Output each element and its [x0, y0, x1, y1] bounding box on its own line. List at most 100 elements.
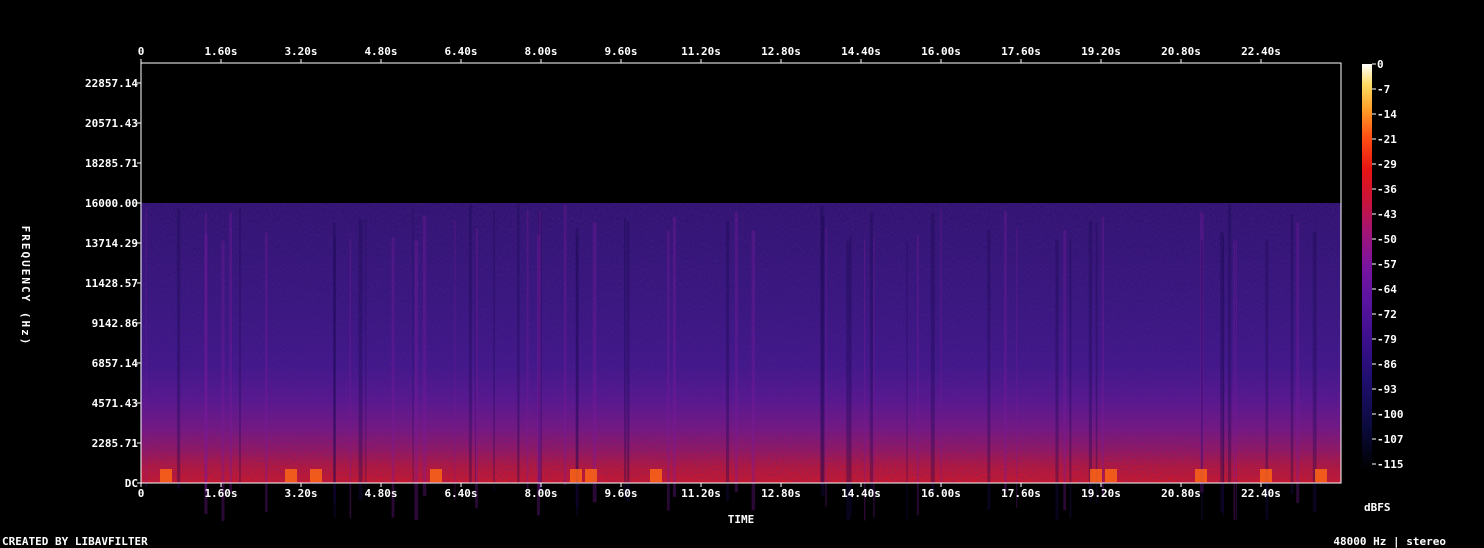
- colorbar-tick-label: -100: [1377, 408, 1404, 421]
- spectrum-burst: [1260, 469, 1272, 482]
- y-axis: DC 2285.71 4571.43 6857.14 9142.86 11428.57 13…: [85, 77, 141, 490]
- x-tick-label-bottom: 20.80s: [1161, 487, 1201, 500]
- spectrum-streak: [873, 237, 875, 518]
- colorbar-tick-label: -107: [1377, 433, 1404, 446]
- spectrum-burst: [1105, 469, 1117, 482]
- spectrum-streak: [1095, 223, 1098, 504]
- x-tick-label-top: 8.00s: [524, 45, 557, 58]
- spectrum-streak: [538, 211, 542, 492]
- spectrum-streak: [412, 205, 414, 486]
- colorbar-tick-label: -57: [1377, 258, 1397, 271]
- y-tick-label: 11428.57: [85, 277, 138, 290]
- y-tick-label: 4571.43: [92, 397, 138, 410]
- colorbar-tick-label: -72: [1377, 308, 1397, 321]
- spectrum-streak: [176, 208, 181, 489]
- x-axis-bottom: 0 1.60s 3.20s 4.80s 6.40s 8.00s 9.60s 11.20s 12.…: [138, 483, 1281, 500]
- y-tick-label: 9142.86: [92, 317, 139, 330]
- x-tick-label-bottom: 16.00s: [921, 487, 961, 500]
- spectrum-burst: [160, 469, 172, 482]
- x-tick-label-bottom: 8.00s: [524, 487, 557, 500]
- spectrum-streak: [229, 212, 232, 493]
- spectrum-streak: [221, 240, 225, 521]
- x-axis-label: TIME: [728, 513, 755, 526]
- spectrum-streak: [592, 222, 597, 503]
- x-tick-label-top: 14.40s: [841, 45, 881, 58]
- spectrum-streak: [414, 240, 419, 521]
- footer-credit: CREATED BY LIBAVFILTER: [2, 535, 148, 548]
- spectrum-streak: [667, 230, 670, 511]
- x-tick-label-bottom: 0: [138, 487, 145, 500]
- x-tick-label-bottom: 9.60s: [604, 487, 637, 500]
- y-tick-label: 13714.29: [85, 237, 138, 250]
- x-tick-label-top: 16.00s: [921, 45, 961, 58]
- spectrum-streak: [1069, 238, 1072, 519]
- spectrum-streak: [869, 212, 874, 493]
- spectrum-streak: [1055, 239, 1059, 520]
- spectrum-streak: [422, 215, 427, 496]
- spectrum-burst: [430, 469, 442, 482]
- colorbar: [1362, 64, 1372, 470]
- spectrum-streak: [906, 240, 908, 521]
- y-axis-label: FREQUENCY (Hz): [19, 226, 32, 347]
- spectrum-streak: [1101, 216, 1104, 497]
- x-tick-label-top: 11.20s: [681, 45, 721, 58]
- spectrum-streak: [1290, 214, 1294, 495]
- spectrum-streak: [1222, 236, 1225, 517]
- colorbar-tick-label: -14: [1377, 108, 1397, 121]
- spectrum-streak: [204, 212, 207, 493]
- x-tick-label-top: 0: [138, 45, 145, 58]
- colorbar-ticks: 0 -7 -14 -21 -29 -36 -43 -50 -57 -64 -72 -79 -86 -93 -…: [1372, 58, 1404, 471]
- spectrum-streak: [751, 230, 756, 511]
- x-tick-label-top: 20.80s: [1161, 45, 1201, 58]
- spectrum-burst: [585, 469, 597, 482]
- x-tick-label-bottom: 6.40s: [444, 487, 477, 500]
- x-tick-label-bottom: 22.40s: [1241, 487, 1281, 500]
- spectrum-streak: [1063, 230, 1067, 511]
- spectrum-streak: [333, 238, 336, 519]
- footer-samplerate: 48000 Hz | stereo: [1333, 535, 1446, 548]
- x-tick-label-bottom: 14.40s: [841, 487, 881, 500]
- y-tick-label: 18285.71: [85, 157, 138, 170]
- spectrum-streak: [930, 213, 935, 494]
- x-tick-label-bottom: 12.80s: [761, 487, 801, 500]
- spectrum-streak: [1296, 222, 1300, 503]
- x-tick-label-bottom: 4.80s: [364, 487, 397, 500]
- colorbar-tick-label: -115: [1377, 458, 1404, 471]
- y-tick-label: 2285.71: [92, 437, 139, 450]
- spectrum-streak: [1233, 239, 1236, 520]
- spectrum-streak: [846, 240, 851, 521]
- x-tick-label-bottom: 19.20s: [1081, 487, 1121, 500]
- colorbar-tick-label: -79: [1377, 333, 1397, 346]
- x-tick-label-top: 12.80s: [761, 45, 801, 58]
- y-tick-label: DC: [125, 477, 138, 490]
- spectrum-streak: [1235, 240, 1237, 521]
- spectrum-streak: [626, 221, 630, 502]
- spectrum-streak: [850, 235, 852, 516]
- x-tick-label-top: 22.40s: [1241, 45, 1281, 58]
- x-tick-label-top: 6.40s: [444, 45, 477, 58]
- x-tick-label-top: 3.20s: [284, 45, 317, 58]
- colorbar-tick-label: -64: [1377, 283, 1397, 296]
- x-tick-label-top: 9.60s: [604, 45, 637, 58]
- spectrum-streak: [672, 216, 677, 497]
- x-tick-label-bottom: 17.60s: [1001, 487, 1041, 500]
- spectrum-streak: [145, 206, 147, 487]
- y-tick-label: 20571.43: [85, 117, 138, 130]
- spectrum-streak: [365, 219, 367, 500]
- colorbar-tick-label: -21: [1377, 133, 1397, 146]
- spectrum-burst: [1195, 469, 1207, 482]
- spectrum-burst: [650, 469, 662, 482]
- x-tick-label-top: 4.80s: [364, 45, 397, 58]
- colorbar-tick-label: -36: [1377, 183, 1397, 196]
- spectrum-burst: [570, 469, 582, 482]
- x-tick-label-top: 1.60s: [204, 45, 237, 58]
- x-tick-label-bottom: 1.60s: [204, 487, 237, 500]
- spectrum-streak: [454, 220, 456, 501]
- spectrum-streak: [734, 212, 738, 493]
- spectrum-streak: [265, 232, 268, 513]
- spectrum-streak: [1227, 203, 1232, 484]
- spectrum-streak: [624, 217, 627, 498]
- spectrum-streak: [517, 203, 520, 484]
- spectrum-streak: [1088, 220, 1092, 501]
- y-tick-label: 6857.14: [92, 357, 139, 370]
